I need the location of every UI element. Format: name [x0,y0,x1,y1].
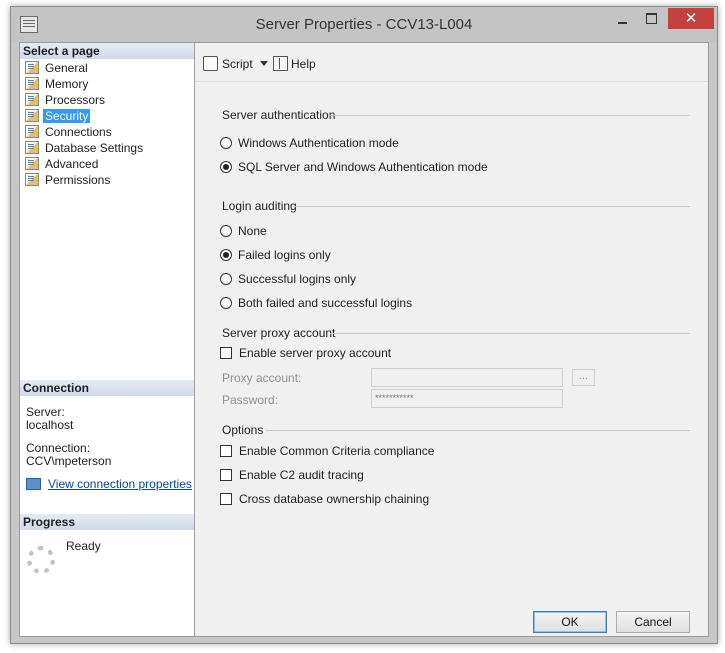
enable-proxy-option[interactable]: Enable server proxy account [220,346,391,360]
windows-auth-radio[interactable] [220,137,232,149]
common-criteria-option[interactable]: Enable Common Criteria compliance [220,444,434,458]
server-value: localhost [26,418,74,432]
audit-failed-option[interactable]: Failed logins only [220,248,331,262]
ok-button[interactable]: OK [533,611,607,633]
connection-properties-icon [26,478,41,490]
audit-both-radio[interactable] [220,297,232,309]
proxy-account-label: Proxy account: [222,371,302,385]
page-label: General [45,61,88,75]
toolbar: Script Help [195,43,708,82]
group-divider [266,430,690,431]
group-divider [330,333,690,334]
connection-header: Connection [20,380,194,396]
mixed-auth-label: SQL Server and Windows Authentication mo… [238,160,488,174]
page-icon [25,109,39,122]
audit-both-label: Both failed and successful logins [238,296,413,310]
page-processors[interactable]: Processors [25,92,107,108]
options-title: Options [222,423,264,437]
page-icon [25,173,39,186]
help-icon [273,56,288,71]
title-bar[interactable]: Server Properties - CCV13-L004 ✕ [11,7,717,42]
script-icon [203,56,218,71]
windows-auth-label: Windows Authentication mode [238,136,399,150]
close-button[interactable]: ✕ [668,8,714,29]
page-icon [25,93,39,106]
page-permissions[interactable]: Permissions [25,172,112,188]
audit-failed-label: Failed logins only [238,248,331,262]
progress-header: Progress [20,514,194,530]
view-connection-properties-link[interactable]: View connection properties [26,478,192,491]
common-criteria-checkbox[interactable] [220,445,232,457]
page-label: Processors [45,93,106,107]
page-label: Database Settings [45,141,144,155]
page-label: Connections [45,125,112,139]
proxy-account-field[interactable] [371,368,563,387]
audit-none-radio[interactable] [220,225,232,237]
cross-db-ownership-option[interactable]: Cross database ownership chaining [220,492,429,506]
page-security[interactable]: Security [25,108,91,124]
page-database-settings[interactable]: Database Settings [25,140,145,156]
group-divider [294,206,690,207]
connection-info: Connection: CCV\mpeterson [26,442,111,468]
page-general[interactable]: General [25,60,90,76]
page-icon [25,141,39,154]
script-button[interactable]: Script [203,56,268,71]
maximize-button[interactable] [638,8,664,29]
script-label: Script [222,57,253,71]
audit-both-option[interactable]: Both failed and successful logins [220,296,412,310]
left-pane: Select a page General Memory Processors … [20,43,195,636]
page-label: Memory [45,77,89,91]
c2-audit-checkbox[interactable] [220,469,232,481]
audit-successful-radio[interactable] [220,273,232,285]
page-label: Advanced [45,157,99,171]
audit-successful-option[interactable]: Successful logins only [220,272,356,286]
server-info: Server: localhost [26,406,73,432]
audit-failed-radio[interactable] [220,249,232,261]
mixed-auth-radio[interactable] [220,161,232,173]
password-label: Password: [222,393,279,407]
chevron-down-icon[interactable] [259,61,268,66]
cross-db-ownership-label: Cross database ownership chaining [239,492,430,506]
audit-none-option[interactable]: None [220,224,267,238]
audit-successful-label: Successful logins only [238,272,357,286]
c2-audit-option[interactable]: Enable C2 audit tracing [220,468,364,482]
audit-none-label: None [238,224,267,238]
common-criteria-label: Enable Common Criteria compliance [239,444,435,458]
mixed-auth-option[interactable]: SQL Server and Windows Authentication mo… [220,160,488,174]
proxy-account-title: Server proxy account [222,326,336,340]
page-icon [25,77,39,90]
password-field[interactable]: *********** [371,389,563,408]
minimize-button[interactable] [611,8,635,29]
c2-audit-label: Enable C2 audit tracing [239,468,364,482]
progress-spinner-icon [27,546,55,574]
group-divider [328,115,690,116]
page-icon [25,61,39,74]
page-icon [25,125,39,138]
page-memory[interactable]: Memory [25,76,90,92]
progress-status: Ready [66,539,101,553]
server-authentication-title: Server authentication [222,108,336,122]
connection-value: CCV\mpeterson [26,454,112,468]
page-label: Permissions [45,173,111,187]
page-label: Security [43,109,91,123]
enable-proxy-label: Enable server proxy account [239,346,392,360]
server-properties-window: Server Properties - CCV13-L004 ✕ Select … [10,6,718,644]
dialog-client-area: Select a page General Memory Processors … [19,42,709,637]
cancel-button[interactable]: Cancel [616,611,690,633]
page-advanced[interactable]: Advanced [25,156,100,172]
cross-db-ownership-checkbox[interactable] [220,493,232,505]
windows-auth-option[interactable]: Windows Authentication mode [220,136,399,150]
help-button[interactable]: Help [273,56,316,71]
page-connections[interactable]: Connections [25,124,114,140]
view-connection-properties-text[interactable]: View connection properties [48,477,192,491]
help-label: Help [291,57,316,71]
page-icon [25,157,39,170]
proxy-browse-button[interactable]: ... [572,369,595,386]
enable-proxy-checkbox[interactable] [220,347,232,359]
login-auditing-title: Login auditing [222,199,297,213]
select-page-header: Select a page [20,43,194,59]
